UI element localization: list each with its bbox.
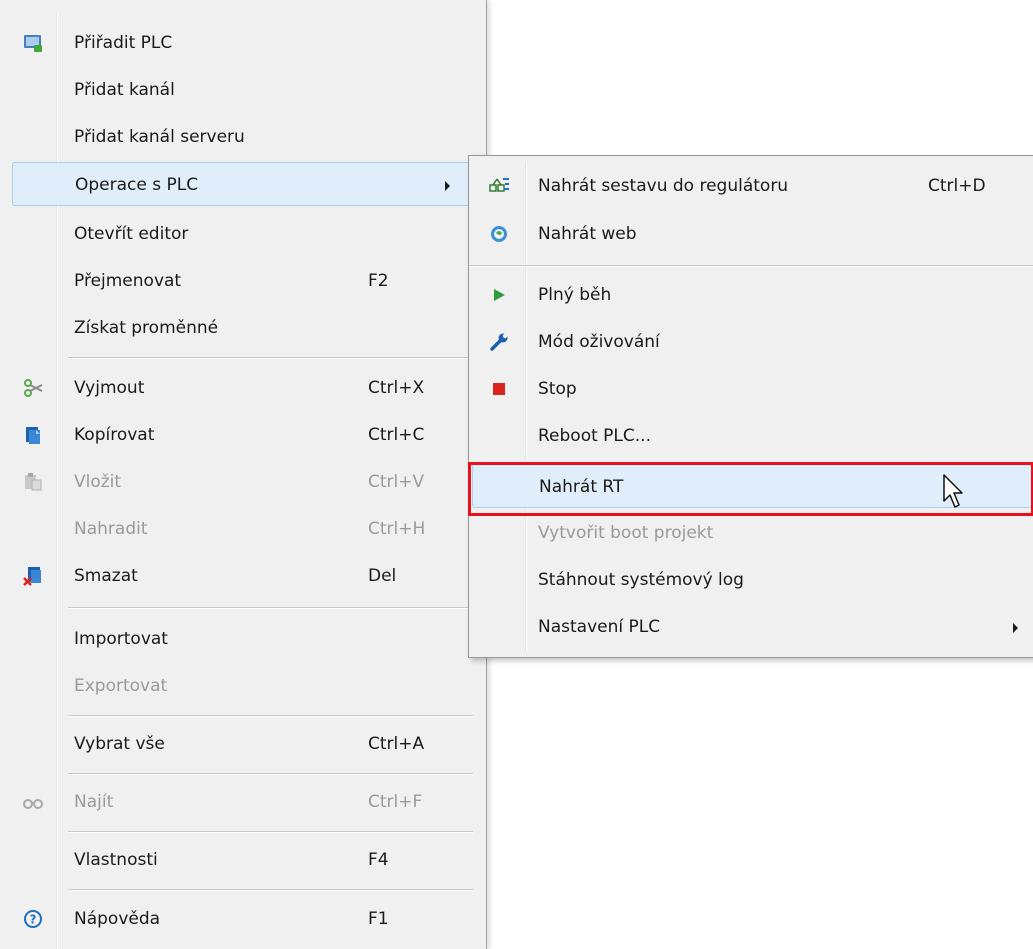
svg-text:?: ? (30, 913, 37, 927)
menu-separator (68, 831, 473, 833)
menu-item-get-variables[interactable]: Získat proměnné (12, 306, 474, 350)
menu-item-label: Vložit (74, 472, 122, 492)
submenu-arrow-icon (445, 181, 450, 191)
menu-item-label: Smazat (74, 566, 138, 586)
menu-item-import[interactable]: Importovat (12, 617, 474, 661)
menu-item-shortcut: F2 (368, 271, 389, 291)
menu-separator (68, 889, 473, 891)
delete-icon (23, 567, 41, 586)
menu-item-shortcut: Ctrl+C (368, 425, 425, 445)
menu-item-cut[interactable]: Vyjmout Ctrl+X (12, 366, 474, 410)
menu-separator (68, 357, 473, 359)
menu-item-plc-operations[interactable]: Operace s PLC (12, 162, 474, 206)
menu-item-stop[interactable]: Stop (472, 367, 1032, 411)
menu-item-label: Nápověda (74, 909, 161, 929)
menu-item-label: Stáhnout systémový log (538, 570, 744, 590)
upload-config-icon (489, 178, 509, 192)
globe-icon (491, 226, 507, 242)
menu-item-label: Plný běh (538, 285, 612, 305)
menu-item-shortcut: Ctrl+H (368, 519, 426, 539)
binoculars-icon (23, 799, 43, 809)
menu-item-rename[interactable]: Přejmenovat F2 (12, 259, 474, 303)
menu-item-replace[interactable]: Nahradit Ctrl+H (12, 507, 474, 551)
menu-item-label: Přidat kanál (74, 80, 175, 100)
menu-item-label: Importovat (74, 629, 168, 649)
menu-item-label: Vybrat vše (74, 734, 165, 754)
menu-item-shortcut: Del (368, 566, 397, 586)
menu-item-commissioning-mode[interactable]: Mód oživování (472, 320, 1032, 364)
menu-item-label: Kopírovat (74, 425, 155, 445)
menu-item-label: Přiřadit PLC (74, 33, 173, 53)
scissors-icon (24, 379, 43, 397)
menu-item-add-channel[interactable]: Přidat kanál (12, 68, 474, 112)
menu-item-label: Otevřít editor (74, 224, 189, 244)
plc-operations-submenu: Nahrát sestavu do regulátoru Ctrl+D Nahr… (468, 155, 1033, 658)
menu-separator (68, 773, 473, 775)
menu-item-reboot-plc[interactable]: Reboot PLC... (472, 414, 1032, 458)
menu-item-open-editor[interactable]: Otevřít editor (12, 212, 474, 256)
menu-item-upload-config[interactable]: Nahrát sestavu do regulátoru Ctrl+D (472, 164, 1032, 208)
menu-separator (68, 715, 473, 717)
menu-item-help[interactable]: ? Nápověda F1 (12, 897, 474, 941)
menu-item-label: Vlastnosti (74, 850, 158, 870)
paste-icon (25, 473, 42, 491)
menu-separator (469, 265, 1033, 267)
assign-plc-icon (24, 35, 42, 52)
menu-item-label: Přejmenovat (74, 271, 182, 291)
menu-item-select-all[interactable]: Vybrat vše Ctrl+A (12, 722, 474, 766)
menu-item-shortcut: F1 (368, 909, 389, 929)
menu-item-add-server-channel[interactable]: Přidat kanál serveru (12, 115, 474, 159)
menu-item-upload-web[interactable]: Nahrát web (472, 212, 1032, 256)
menu-item-label: Exportovat (74, 676, 168, 696)
menu-item-shortcut: Ctrl+F (368, 792, 423, 812)
menu-item-export[interactable]: Exportovat (12, 664, 474, 708)
menu-item-copy[interactable]: Kopírovat Ctrl+C (12, 413, 474, 457)
menu-item-label: Reboot PLC... (538, 426, 651, 446)
menu-item-label: Nastavení PLC (538, 617, 661, 637)
menu-item-create-boot-project[interactable]: Vytvořit boot projekt (472, 511, 1032, 555)
copy-icon (26, 427, 40, 444)
menu-item-shortcut: Ctrl+X (368, 378, 425, 398)
stop-icon (493, 383, 505, 395)
menu-item-assign-plc[interactable]: Přiřadit PLC (12, 21, 474, 65)
menu-item-label: Mód oživování (538, 332, 660, 352)
menu-item-label: Vytvořit boot projekt (538, 523, 714, 543)
menu-item-label: Nahrát web (538, 224, 637, 244)
menu-item-shortcut: Ctrl+A (368, 734, 425, 754)
menu-item-label: Operace s PLC (75, 175, 199, 195)
menu-item-download-system-log[interactable]: Stáhnout systémový log (472, 558, 1032, 602)
menu-separator (68, 607, 473, 609)
menu-item-properties[interactable]: Vlastnosti F4 (12, 838, 474, 882)
menu-item-label: Získat proměnné (74, 318, 219, 338)
play-icon (494, 289, 505, 301)
menu-item-label: Najít (74, 792, 114, 812)
wrench-icon (490, 333, 508, 351)
context-menu: Přiřadit PLC Přidat kanál Přidat kanál s… (0, 0, 487, 949)
menu-item-shortcut: Ctrl+D (928, 176, 986, 196)
submenu-arrow-icon (1013, 623, 1018, 633)
help-icon: ? (24, 910, 42, 928)
menu-item-full-run[interactable]: Plný běh (472, 273, 1032, 317)
menu-item-label: Stop (538, 379, 577, 399)
menu-item-shortcut: F4 (368, 850, 389, 870)
menu-item-label: Nahradit (74, 519, 148, 539)
menu-item-delete[interactable]: Smazat Del (12, 554, 474, 598)
mouse-cursor-icon (943, 474, 963, 508)
menu-item-label: Přidat kanál serveru (74, 127, 245, 147)
menu-item-label: Nahrát RT (539, 477, 624, 497)
menu-item-plc-settings[interactable]: Nastavení PLC (472, 605, 1032, 649)
menu-item-label: Nahrát sestavu do regulátoru (538, 176, 789, 196)
menu-item-shortcut: Ctrl+V (368, 472, 425, 492)
menu-item-find[interactable]: Najít Ctrl+F (12, 780, 474, 824)
menu-item-paste[interactable]: Vložit Ctrl+V (12, 460, 474, 504)
menu-item-label: Vyjmout (74, 378, 145, 398)
